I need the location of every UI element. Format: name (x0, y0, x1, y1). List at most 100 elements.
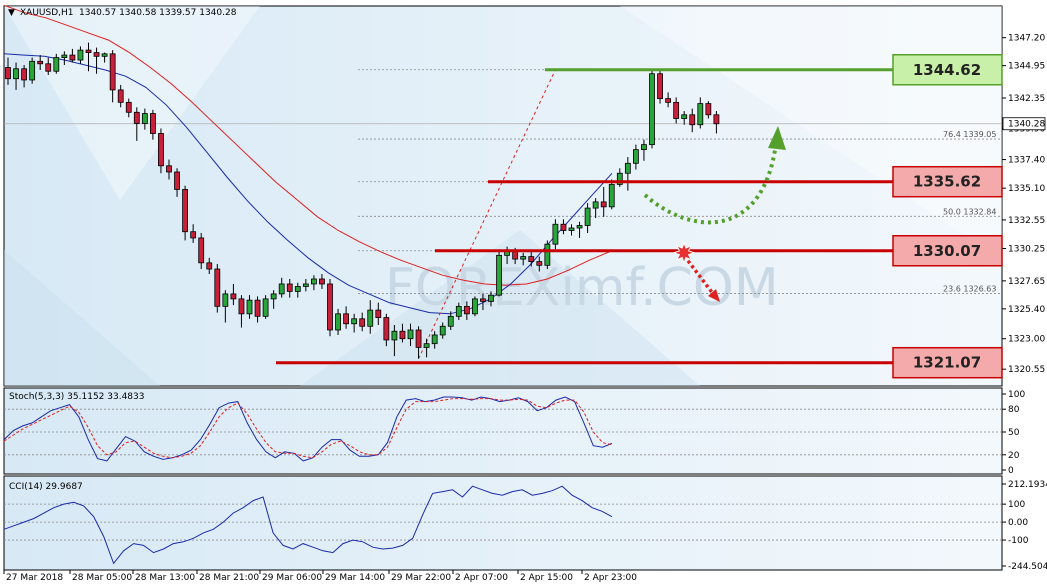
price-tick-label: 1330.25 (1008, 245, 1045, 255)
bear-candle-body (375, 309, 382, 318)
candle (657, 69, 663, 104)
price-tick-label: 1332.55 (1008, 216, 1045, 226)
dropdown-arrow-icon[interactable]: ▼ (8, 8, 15, 18)
bear-candle-body (512, 251, 519, 260)
stoch-tick-label: 80 (1008, 405, 1020, 415)
bull-candle-body (246, 299, 253, 315)
bull-candle-body (633, 149, 639, 164)
price-tick-label: 1347.20 (1008, 34, 1045, 44)
bull-candle-body (302, 283, 309, 287)
time-tick-label: 2 Apr 15:00 (520, 573, 573, 583)
bull-candle-body (391, 330, 398, 341)
price-tick-label: 1342.35 (1008, 94, 1045, 104)
bull-candle-body (455, 305, 462, 317)
cci-title: CCI(14) 29.9687 (9, 482, 83, 492)
bear-candle-body (480, 298, 486, 302)
time-tick-label: 29 Mar 22:00 (391, 573, 451, 583)
bull-candle-body (423, 343, 430, 348)
fib-label: 50.0 1332.84 (943, 207, 996, 216)
level-box-label: 1344.62 (913, 61, 981, 79)
bear-candle-body (214, 268, 221, 307)
bull-candle-body (101, 53, 108, 57)
bear-candle-body (343, 313, 350, 325)
cci-panel-bg (3, 475, 1003, 571)
time-tick-label: 29 Mar 14:00 (325, 573, 385, 583)
candle (214, 264, 221, 313)
bull-candle-body (270, 293, 277, 300)
bull-candle-body (576, 225, 583, 229)
bull-candle-body (431, 334, 438, 345)
bull-candle-body (496, 254, 502, 296)
bear-candle-body (125, 101, 132, 113)
bull-candle-body (447, 315, 454, 327)
bull-candle-body (697, 103, 704, 126)
bull-candle-body (544, 243, 551, 266)
bear-candle-body (383, 317, 390, 341)
bull-candle-body (488, 294, 494, 302)
candle (544, 240, 551, 270)
bull-candle-body (13, 68, 19, 80)
bull-candle-body (141, 113, 148, 124)
bear-candle-body (689, 114, 696, 126)
candle (327, 278, 333, 337)
bear-candle-body (85, 49, 92, 53)
bear-candle-body (133, 111, 140, 124)
bear-candle-body (399, 330, 406, 340)
bear-candle-body (190, 231, 197, 239)
bear-candle-body (319, 278, 325, 285)
fib-label: 76.4 1339.05 (943, 130, 996, 139)
bull-candle-body (351, 318, 358, 325)
bull-candle-body (294, 286, 301, 292)
bull-candle-body (77, 49, 84, 61)
level-box-label: 1330.07 (913, 242, 981, 260)
bull-candle-body (681, 114, 688, 119)
level-box-label: 1321.07 (913, 354, 981, 372)
price-tick-label: 1325.40 (1008, 305, 1045, 315)
bear-candle-body (536, 261, 543, 266)
cci-tick-label: 212.1934 (1008, 480, 1047, 490)
level-box-label: 1335.62 (913, 173, 981, 191)
bear-candle-body (149, 113, 156, 134)
bull-candle-body (407, 329, 414, 340)
bear-candle-body (673, 101, 680, 119)
bear-candle-body (560, 223, 567, 231)
xauusd-h1-chart[interactable]: FOREXimf.COM 76.4 1339.05 50.0 1332.84 23.… (0, 0, 1047, 588)
bull-candle-body (439, 325, 446, 336)
bear-candle-body (158, 133, 164, 167)
bear-candle-body (182, 189, 189, 233)
bull-candle-body (641, 144, 647, 151)
price-tick-label: 1335.10 (1008, 184, 1045, 194)
bull-candle-body (624, 162, 631, 174)
bear-candle-body (528, 256, 535, 262)
bear-candle-body (254, 299, 261, 317)
cci-tick-label: 0.00 (1008, 518, 1028, 528)
candle (471, 296, 478, 317)
price-tick-label: 1344.95 (1008, 62, 1045, 72)
cci-tick-label: 100 (1008, 500, 1025, 510)
bear-candle-body (174, 171, 180, 190)
cci-tick-label: -100 (1008, 536, 1029, 546)
bear-candle-body (705, 103, 712, 116)
time-tick-label: 27 Mar 2018 (6, 573, 63, 583)
bull-candle-body (584, 207, 591, 226)
bear-candle-body (45, 63, 52, 72)
ohlc-header: 1340.57 1340.58 1339.57 1340.28 (79, 8, 237, 18)
fib-label: 23.6 1326.63 (943, 285, 996, 294)
bear-candle-body (238, 298, 245, 315)
candle (649, 68, 655, 149)
bull-candle-body (53, 57, 60, 72)
bear-candle-body (713, 114, 720, 125)
bear-candle-body (69, 54, 76, 61)
bear-candle-body (206, 262, 213, 270)
bull-candle-body (649, 73, 655, 146)
cci-tick-label: -244.5044 (1008, 562, 1047, 572)
time-tick-label: 2 Apr 23:00 (584, 573, 637, 583)
symbol-title: XAUUSD,H1 (20, 8, 74, 18)
bear-candle-body (93, 52, 100, 57)
bull-candle-body (471, 298, 478, 315)
bull-candle-body (335, 313, 341, 331)
bear-candle-body (359, 318, 366, 327)
breakout-burst-icon (672, 241, 696, 265)
stoch-tick-label: 20 (1008, 451, 1020, 461)
bear-candle-body (198, 237, 205, 264)
